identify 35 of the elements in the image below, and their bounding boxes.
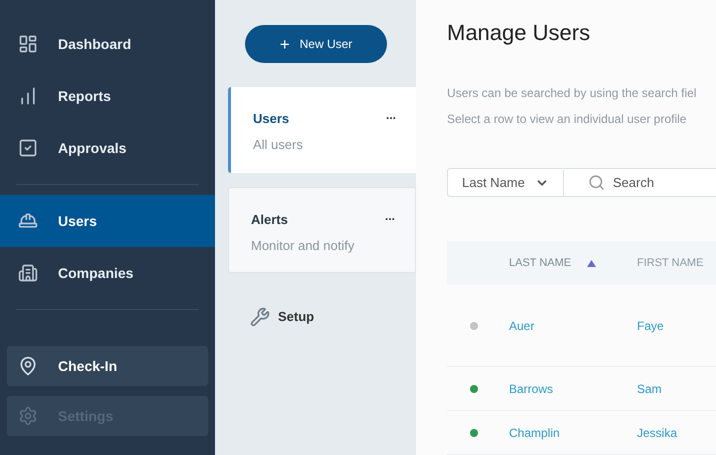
page-title: Manage Users [447, 19, 592, 46]
checkbox-icon [18, 138, 38, 158]
nav-item[interactable]: Users [0, 195, 215, 247]
list-title: Users [253, 110, 290, 128]
setup-link[interactable]: Setup [250, 307, 416, 327]
table-cell-text: Jessika [637, 424, 678, 442]
table-cell-text: Auer [509, 318, 536, 334]
sort-up-icon [587, 260, 596, 266]
sidebar-button[interactable]: Check-In [7, 346, 208, 386]
nav-item[interactable]: Companies [0, 247, 215, 299]
dashboard-icon [18, 34, 38, 54]
settings-icon [18, 406, 38, 426]
description-text: Select a row to view an individual user profile [447, 111, 688, 128]
table-cell-text: Champlin [509, 424, 561, 442]
search-icon [588, 174, 605, 191]
more-button[interactable]: ... [386, 109, 396, 121]
list-card[interactable]: Users All users ... [228, 87, 416, 173]
map-pin-icon [18, 356, 38, 376]
more-button[interactable]: ... [384, 210, 395, 222]
new-user-button[interactable]: + New User [245, 25, 387, 63]
list-subtitle: Monitor and notify [251, 236, 354, 255]
wrench-icon [250, 307, 270, 327]
building-icon [18, 263, 38, 283]
nav-item[interactable]: Dashboard [0, 18, 215, 70]
field-dropdown[interactable]: Last Name [448, 169, 563, 196]
table-cell-text: Sam [637, 380, 663, 398]
table-cell-text: Barrows [509, 380, 554, 398]
nav-item[interactable]: Reports [0, 70, 215, 122]
list-subtitle: All users [253, 136, 303, 154]
table-cell-text: Faye [637, 318, 665, 334]
list-title: Alerts [251, 211, 289, 229]
nav-item[interactable]: Approvals [0, 122, 215, 174]
search-field[interactable]: Search [612, 172, 703, 192]
description-text: Users can be searched by using the search fiel [447, 85, 698, 102]
list-card[interactable]: Alerts Monitor and notify ... [228, 187, 416, 273]
